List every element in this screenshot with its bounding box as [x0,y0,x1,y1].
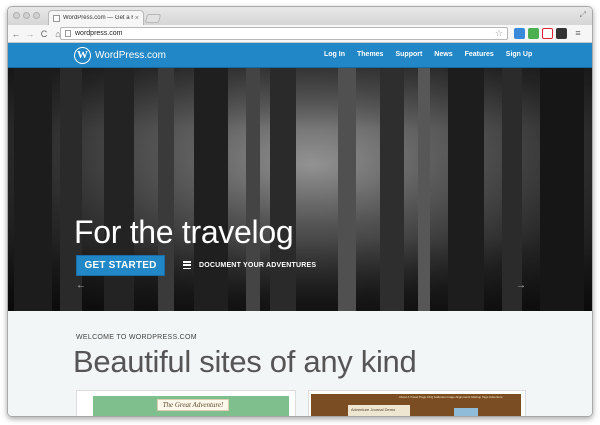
minimize-window-button[interactable] [23,12,30,19]
tree-trunk [380,68,404,311]
theme-preview-post: Adventure Journal Demo [348,405,410,416]
tab-title: WordPress.com — Get a Fre [63,15,133,21]
bookmark-star-icon[interactable]: ☆ [495,28,503,39]
next-slide-icon[interactable]: → [516,280,526,291]
nav-signup[interactable]: Sign Up [506,51,532,58]
theme-preview-photo [454,408,478,416]
site-nav: Log In Themes Support News Features Sign… [324,51,544,58]
url-text: wordpress.com [75,30,123,37]
browser-menu-icon[interactable]: ≡ [572,28,584,38]
hero-banner: For the travelog GET STARTED DOCUMENT YO… [8,68,592,311]
welcome-eyebrow: WELCOME TO WORDPRESS.COM [76,334,197,341]
theme-preview-banner: The Great Adventure! [157,399,229,411]
close-window-button[interactable] [13,12,20,19]
tree-trunk [194,68,228,311]
main-content: WELCOME TO WORDPRESS.COM Beautiful sites… [8,311,592,416]
tree-trunk [338,68,356,311]
tree-trunk [14,68,52,311]
browser-window: WordPress.com — Get a Fre × ⤢ ← → C ⌂ wo… [7,6,593,417]
extension-blue-icon[interactable] [514,28,525,39]
extension-stack-icon[interactable] [556,28,567,39]
get-started-button[interactable]: GET STARTED [76,255,165,276]
document-adventures-label: DOCUMENT YOUR ADVENTURES [199,261,317,269]
page-favicon-icon [53,14,60,22]
tree-trunk [418,68,430,311]
reload-button[interactable]: C [38,29,50,39]
hero-title: For the travelog [74,214,294,250]
tree-trunk [246,68,260,311]
new-tab-button[interactable] [144,14,162,23]
nav-themes[interactable]: Themes [357,51,383,58]
tree-trunk [540,68,584,311]
site-logo[interactable]: W WordPress.com [74,47,166,64]
tab-close-icon[interactable]: × [135,15,139,22]
theme-preview-card[interactable]: The Great Adventure! [76,390,296,416]
site-header: W WordPress.com Log In Themes Support Ne… [8,43,592,68]
theme-preview-image: About A Travel Page FAQ Galleries Image … [311,394,521,416]
tree-trunk [270,68,296,311]
back-button[interactable]: ← [10,29,22,39]
nav-features[interactable]: Features [465,51,494,58]
nav-login[interactable]: Log In [324,51,345,58]
extension-green-icon[interactable] [528,28,539,39]
forward-button[interactable]: → [24,29,36,39]
site-logo-text: WordPress.com [95,50,166,61]
theme-preview-nav: About A Travel Page FAQ Galleries Image … [399,395,503,399]
tab-strip: WordPress.com — Get a Fre × ⤢ [8,7,592,25]
page-headline: Beautiful sites of any kind [73,344,417,379]
extension-red-icon[interactable] [542,28,553,39]
nav-news[interactable]: News [434,51,452,58]
nav-support[interactable]: Support [395,51,422,58]
wordpress-logo-icon: W [74,47,91,64]
zoom-window-button[interactable] [33,12,40,19]
browser-toolbar: ← → C ⌂ wordpress.com ☆ ≡ [8,25,592,43]
previous-slide-icon[interactable]: ← [76,280,86,291]
address-bar[interactable]: wordpress.com ☆ [60,27,508,40]
text-lines-icon [183,261,191,269]
document-adventures-link[interactable]: DOCUMENT YOUR ADVENTURES [183,261,316,269]
theme-preview-card[interactable]: About A Travel Page FAQ Galleries Image … [308,390,526,416]
theme-preview-image: The Great Adventure! [93,396,289,416]
fullscreen-icon[interactable]: ⤢ [580,10,586,20]
browser-tab[interactable]: WordPress.com — Get a Fre × [48,10,144,25]
page-icon [65,30,71,37]
tree-trunk [502,68,522,311]
tree-trunk [448,68,484,311]
